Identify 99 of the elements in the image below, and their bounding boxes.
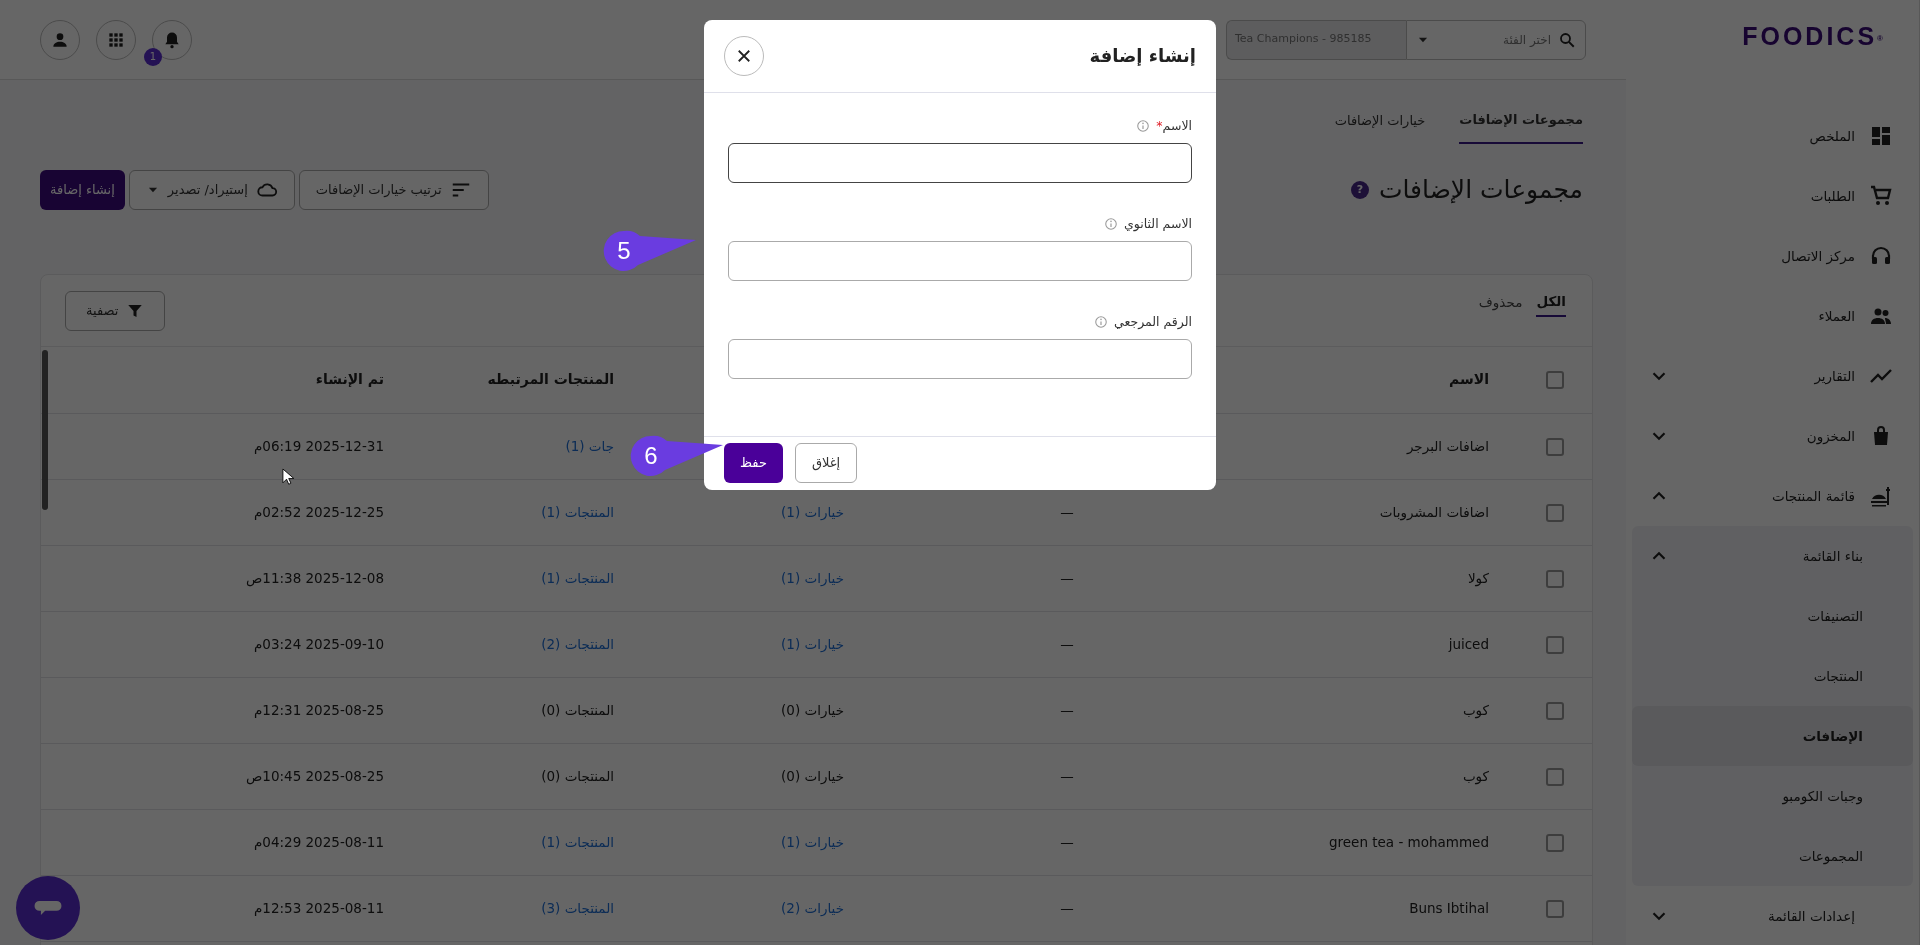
table-cell: — bbox=[1060, 569, 1074, 586]
table-cell: كولا bbox=[1467, 569, 1489, 586]
close-icon bbox=[735, 47, 753, 65]
options-link[interactable]: خيارات (1) bbox=[781, 569, 844, 586]
table-cell: — bbox=[1060, 767, 1074, 784]
table-cell: 2025-08-25 10:45ص bbox=[246, 767, 384, 784]
products-link[interactable]: جات (1) bbox=[565, 437, 614, 454]
table-cell: — bbox=[1060, 635, 1074, 652]
table-cell: 2025-12-08 11:38ص bbox=[246, 569, 384, 586]
products-link[interactable]: المنتجات (1) bbox=[541, 503, 614, 520]
table-cell: 2025-09-10 03:24م bbox=[253, 635, 384, 652]
sidebar-item[interactable]: العملاء bbox=[1626, 286, 1919, 346]
close-button[interactable] bbox=[724, 36, 764, 76]
table-cell: المنتجات (0) bbox=[541, 701, 614, 718]
table-cell: خيارات (0) bbox=[781, 767, 844, 784]
table-cell: 2025-12-25 02:52م bbox=[253, 503, 384, 520]
table-cell: — bbox=[1060, 503, 1074, 520]
options-link[interactable]: خيارات (1) bbox=[781, 635, 844, 652]
table-cell: — bbox=[1060, 899, 1074, 916]
input-field[interactable] bbox=[728, 143, 1192, 183]
input-field[interactable] bbox=[728, 241, 1192, 281]
search-icon bbox=[1558, 30, 1576, 49]
field-label: الرقم المرجعي bbox=[1113, 312, 1192, 332]
table-cell: خيارات (0) bbox=[781, 701, 844, 718]
checkbox[interactable] bbox=[1545, 701, 1564, 720]
submenu-item[interactable]: المجموعات bbox=[1632, 826, 1913, 886]
submenu-item[interactable]: المنتجات bbox=[1632, 646, 1913, 706]
close-dialog-button[interactable]: إغلاق bbox=[794, 443, 858, 483]
column-header: المنتجات المرتبطه bbox=[487, 371, 614, 388]
sidebar-item[interactable]: الطلبات bbox=[1626, 166, 1919, 226]
cursor-icon bbox=[280, 466, 296, 488]
products-link[interactable]: المنتجات (3) bbox=[541, 899, 614, 916]
table-cell: 2025-08-25 12:31م bbox=[253, 701, 384, 718]
filter-tab[interactable]: الكل bbox=[1536, 291, 1566, 318]
checkbox[interactable] bbox=[1545, 899, 1564, 918]
options-link[interactable]: خيارات (1) bbox=[781, 503, 844, 520]
sidebar-item[interactable]: المخزون bbox=[1626, 406, 1919, 466]
column-header: تم الإنشاء bbox=[315, 371, 384, 388]
checkbox[interactable] bbox=[1545, 437, 1564, 456]
table-cell: 2025-12-31 06:19م bbox=[253, 437, 384, 454]
column-header: الاسم bbox=[1449, 371, 1489, 388]
notification-count: 1 bbox=[144, 47, 162, 66]
help-icon[interactable]: ? bbox=[1350, 181, 1369, 199]
info-icon[interactable] bbox=[1093, 315, 1108, 329]
cart-icon bbox=[1869, 184, 1893, 208]
sort-button[interactable]: ترتيب خيارات الإضافات bbox=[298, 170, 489, 210]
user-button[interactable] bbox=[40, 19, 80, 60]
sidebar-item[interactable]: الملخص bbox=[1626, 106, 1919, 166]
submenu-item[interactable]: وجبات الكومبو bbox=[1632, 766, 1913, 826]
checkbox[interactable] bbox=[1545, 371, 1564, 390]
sidebar-item[interactable]: قائمة المنتجات bbox=[1626, 466, 1919, 526]
import-export-button[interactable]: إستيراد/ تصدير bbox=[128, 170, 295, 210]
scrollbar[interactable] bbox=[42, 350, 48, 510]
table-cell: green tea - mohammed bbox=[1328, 833, 1489, 850]
dashboard-icon bbox=[1869, 124, 1893, 148]
field-label: الاسم* bbox=[1156, 116, 1192, 135]
info-icon[interactable] bbox=[1136, 119, 1151, 133]
checkbox[interactable] bbox=[1545, 569, 1564, 588]
table-cell: Buns Ibtihal bbox=[1409, 899, 1489, 916]
table-cell: — bbox=[1060, 833, 1074, 850]
field-label: الاسم الثانوي bbox=[1124, 214, 1192, 234]
table-cell: كوب bbox=[1462, 767, 1489, 784]
checkbox[interactable] bbox=[1545, 833, 1564, 852]
table-cell: — bbox=[1060, 701, 1074, 718]
products-link[interactable]: المنتجات (1) bbox=[541, 569, 614, 586]
table-cell: كوب bbox=[1462, 701, 1489, 718]
submenu-item[interactable]: الإضافات bbox=[1632, 706, 1913, 766]
products-link[interactable]: المنتجات (2) bbox=[541, 635, 614, 652]
food-icon bbox=[1869, 484, 1893, 508]
notifications-button[interactable] bbox=[152, 19, 192, 60]
input-field[interactable] bbox=[728, 339, 1192, 379]
submenu-item[interactable]: التصنيفات bbox=[1632, 586, 1913, 646]
checkbox[interactable] bbox=[1545, 635, 1564, 654]
sidebar-item[interactable]: التقارير bbox=[1626, 346, 1919, 406]
create-button[interactable]: إنشاء إضافة bbox=[40, 170, 125, 210]
table-cell: 2025-08-11 04:29م bbox=[253, 833, 384, 850]
options-link[interactable]: خيارات (2) bbox=[781, 899, 844, 916]
filter-button[interactable]: تصفية bbox=[65, 291, 166, 331]
checkbox[interactable] bbox=[1545, 503, 1564, 522]
sidebar-item[interactable]: مركز الاتصال bbox=[1626, 226, 1919, 286]
filter-tab[interactable]: محذوف bbox=[1478, 291, 1523, 318]
options-link[interactable]: خيارات (1) bbox=[781, 833, 844, 850]
checkbox[interactable] bbox=[1545, 767, 1564, 786]
table-cell: اضافات البرجر bbox=[1406, 437, 1489, 454]
page-tab[interactable]: مجموعات الإضافات bbox=[1459, 108, 1583, 144]
foodics-logo: FOODICS$^{®}$ bbox=[1742, 24, 1883, 52]
page-tab[interactable]: خيارات الإضافات bbox=[1334, 108, 1426, 144]
table-cell: المنتجات (0) bbox=[541, 767, 614, 784]
dialog-title: إنشاء إضافة bbox=[1089, 45, 1196, 67]
apps-button[interactable] bbox=[96, 19, 136, 60]
table-cell: juiced bbox=[1448, 635, 1489, 652]
save-button[interactable]: حفظ bbox=[724, 443, 783, 483]
table-cell: 2025-08-11 12:53م bbox=[253, 899, 384, 916]
products-link[interactable]: المنتجات (1) bbox=[541, 833, 614, 850]
page-title: مجموعات الإضافات bbox=[1378, 174, 1583, 206]
sidebar-item[interactable]: إعدادات القائمة bbox=[1626, 886, 1919, 945]
table-cell: اضافات المشروبات bbox=[1379, 503, 1489, 520]
info-icon[interactable] bbox=[1104, 217, 1119, 231]
submenu-item[interactable]: بناء القائمة bbox=[1632, 526, 1913, 586]
